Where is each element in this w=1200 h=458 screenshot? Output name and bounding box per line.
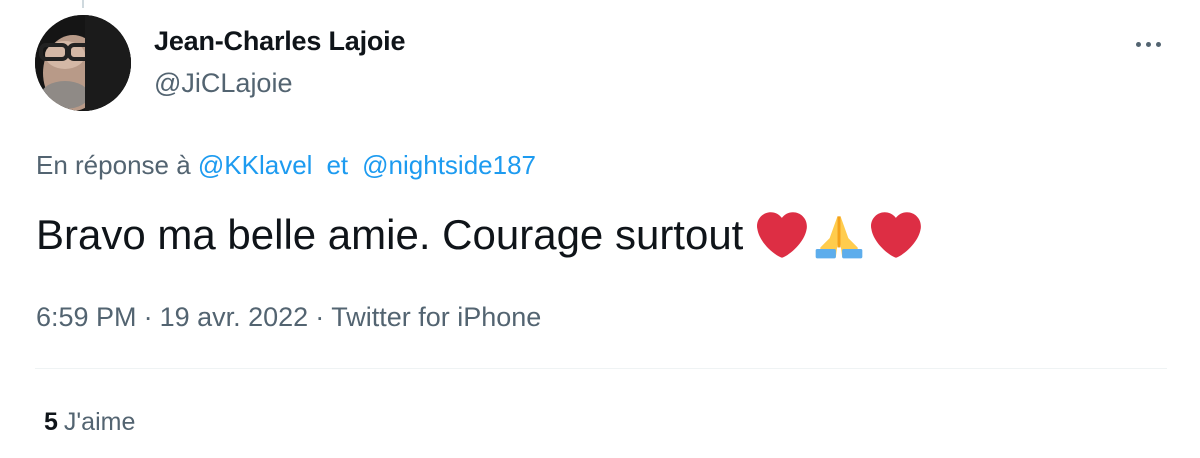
more-dot-icon [1155, 41, 1161, 47]
tweet-text: Bravo ma belle amie. Courage surtout [36, 211, 744, 258]
author-handle[interactable]: @JiCLajoie [154, 68, 292, 99]
divider [35, 368, 1167, 369]
tweet-emojis [757, 210, 925, 260]
avatar-photo [35, 15, 131, 111]
likes-stat[interactable]: 5 J'aime [44, 408, 135, 437]
author-display-name[interactable]: Jean-Charles Lajoie [154, 26, 406, 57]
likes-label: J'aime [63, 408, 136, 436]
reply-context: En réponse à @KKlavel et @nightside187 [36, 150, 536, 181]
thread-connector-line [82, 0, 84, 8]
reply-prefix: En réponse à [36, 150, 191, 180]
likes-count: 5 [44, 408, 58, 436]
avatar[interactable] [35, 15, 131, 111]
red-heart-icon [871, 212, 922, 258]
reply-separator: et [326, 150, 349, 180]
tweet-time[interactable]: 6:59 PM [36, 302, 137, 332]
tweet-date[interactable]: 19 avr. 2022 [160, 302, 309, 332]
tweet-metadata: 6:59 PM · 19 avr. 2022 · Twitter for iPhone [36, 302, 541, 333]
reply-user-link[interactable]: @nightside187 [362, 150, 536, 180]
reply-user-link[interactable]: @KKlavel [198, 150, 313, 180]
more-dot-icon [1135, 41, 1141, 47]
more-dot-icon [1145, 41, 1151, 47]
red-heart-icon [757, 212, 808, 258]
more-options-button[interactable] [1126, 26, 1170, 62]
tweet-body: Bravo ma belle amie. Courage surtout [36, 210, 925, 260]
tweet-source[interactable]: Twitter for iPhone [331, 302, 541, 332]
meta-separator: · [315, 302, 325, 332]
meta-separator: · [143, 302, 153, 332]
folded-hands-icon [816, 216, 863, 259]
